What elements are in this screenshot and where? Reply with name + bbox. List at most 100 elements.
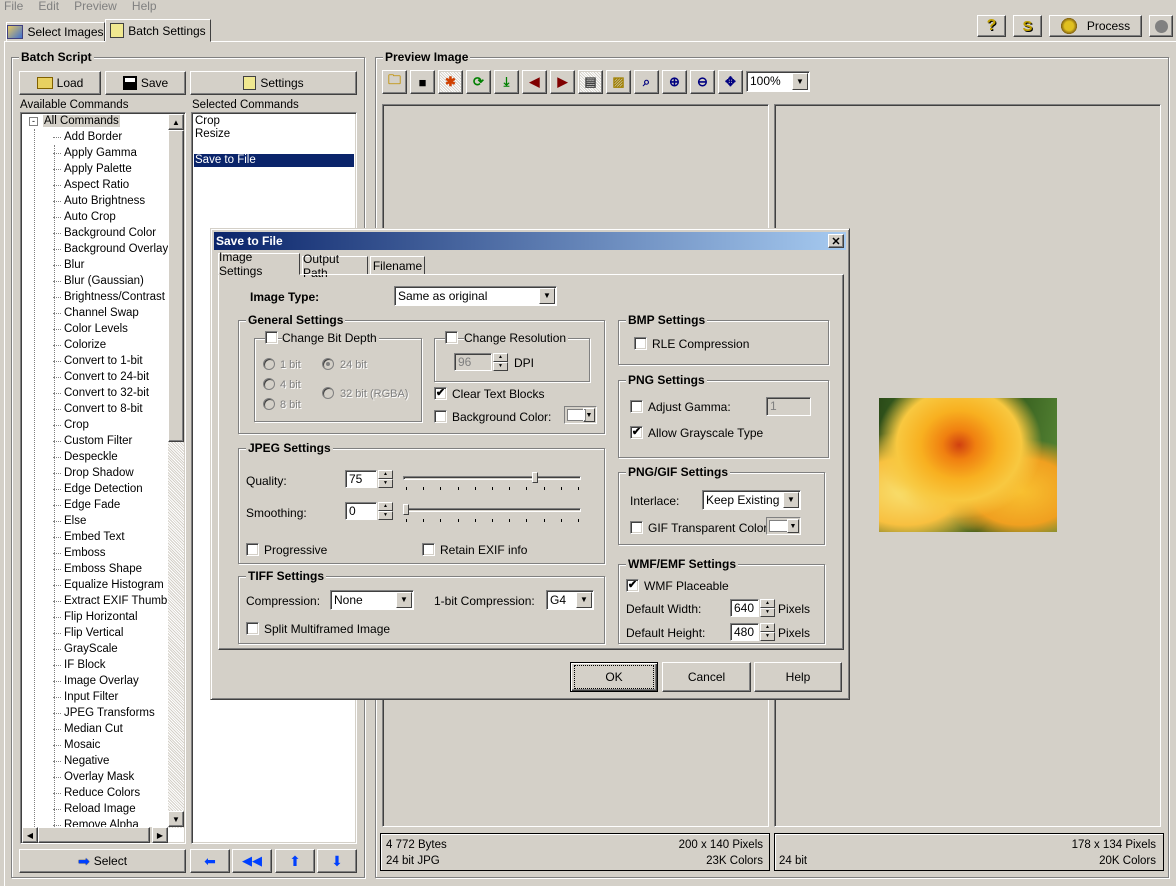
- scroll-right-button[interactable]: ▶: [152, 827, 168, 843]
- zoom-out-button[interactable]: ⊖: [690, 70, 715, 94]
- scroll-up-button[interactable]: ▲: [168, 114, 184, 130]
- load-button[interactable]: Load: [19, 71, 101, 95]
- command-item[interactable]: Channel Swap: [21, 305, 185, 321]
- command-item[interactable]: Flip Vertical: [21, 625, 185, 641]
- command-item[interactable]: Convert to 32-bit: [21, 385, 185, 401]
- quality-slider-thumb[interactable]: [532, 472, 538, 483]
- save-button[interactable]: Save: [105, 71, 186, 95]
- move-up-button[interactable]: ⬆: [275, 849, 315, 873]
- command-item[interactable]: Blur: [21, 257, 185, 273]
- command-item[interactable]: Mosaic: [21, 737, 185, 753]
- command-item[interactable]: Reload Image: [21, 801, 185, 817]
- image-button[interactable]: ▨: [606, 70, 631, 94]
- menu-preview[interactable]: Preview: [74, 0, 117, 13]
- scroll-thumb[interactable]: [168, 130, 184, 442]
- menu-file[interactable]: File: [4, 0, 23, 13]
- settings-button[interactable]: Settings: [190, 71, 357, 95]
- prev-arrow-button[interactable]: ◀: [522, 70, 547, 94]
- move-down-button[interactable]: ⬇: [317, 849, 357, 873]
- command-item[interactable]: Colorize: [21, 337, 185, 353]
- chevron-down-icon[interactable]: ▼: [583, 408, 595, 422]
- command-item[interactable]: Apply Palette: [21, 161, 185, 177]
- dialog-titlebar[interactable]: Save to File ✕: [214, 232, 846, 250]
- command-item[interactable]: Overlay Mask: [21, 769, 185, 785]
- open-folder-button[interactable]: 🗀: [382, 70, 407, 94]
- command-item[interactable]: Custom Filter: [21, 433, 185, 449]
- save-disk-button[interactable]: ■: [410, 70, 435, 94]
- command-item[interactable]: Apply Gamma: [21, 145, 185, 161]
- radio-24-bit[interactable]: [322, 358, 334, 370]
- allow-grayscale-checkbox[interactable]: ✔: [630, 426, 643, 439]
- fit-window-button[interactable]: ✥: [718, 70, 743, 94]
- scroll-left-button[interactable]: ◀: [22, 827, 38, 843]
- command-item[interactable]: Despeckle: [21, 449, 185, 465]
- command-item[interactable]: Negative: [21, 753, 185, 769]
- command-item[interactable]: Brightness/Contrast: [21, 289, 185, 305]
- command-item[interactable]: Background Color: [21, 225, 185, 241]
- command-item[interactable]: Drop Shadow: [21, 465, 185, 481]
- menu-help[interactable]: Help: [132, 0, 157, 13]
- quality-input[interactable]: 75: [345, 470, 377, 488]
- command-item[interactable]: Crop: [21, 417, 185, 433]
- next-arrow-button[interactable]: ▶: [550, 70, 575, 94]
- command-item[interactable]: Reduce Colors: [21, 785, 185, 801]
- chevron-down-icon[interactable]: ▼: [396, 592, 412, 608]
- command-item[interactable]: Else: [21, 513, 185, 529]
- select-button[interactable]: ➡ Select: [19, 849, 186, 873]
- radio-4-bit[interactable]: [263, 378, 275, 390]
- command-item[interactable]: Extract EXIF Thumb: [21, 593, 185, 609]
- command-item[interactable]: Aspect Ratio: [21, 177, 185, 193]
- retain-exif-checkbox[interactable]: [422, 543, 435, 556]
- help-dialog-button[interactable]: Help: [754, 662, 842, 692]
- interlace-combo[interactable]: Keep Existing ▼: [702, 490, 801, 510]
- clear-text-blocks-checkbox[interactable]: ✔: [434, 387, 447, 400]
- adjust-gamma-checkbox[interactable]: [630, 400, 643, 413]
- new-refresh-button[interactable]: ✱: [438, 70, 463, 94]
- dialog-tab-output-path[interactable]: Output Path: [302, 252, 368, 280]
- change-resolution-checkbox[interactable]: [445, 331, 458, 344]
- command-item[interactable]: Auto Crop: [21, 209, 185, 225]
- dpi-input[interactable]: 96: [454, 353, 492, 371]
- chevron-down-icon[interactable]: ▼: [539, 288, 555, 304]
- radio-32-bit[interactable]: [322, 387, 334, 399]
- close-button[interactable]: ✕: [828, 234, 844, 248]
- command-item[interactable]: Blur (Gaussian): [21, 273, 185, 289]
- dialog-tab-filename[interactable]: Filename: [370, 256, 425, 274]
- selected-command-item[interactable]: Crop: [194, 115, 354, 128]
- refresh-button[interactable]: ⟳: [466, 70, 491, 94]
- command-item[interactable]: Input Filter: [21, 689, 185, 705]
- selected-command-item[interactable]: Resize: [194, 128, 354, 141]
- script-button[interactable]: S: [1013, 15, 1042, 37]
- stop-button[interactable]: [1149, 15, 1173, 37]
- command-item[interactable]: Flip Horizontal: [21, 609, 185, 625]
- command-item[interactable]: IF Block: [21, 657, 185, 673]
- selected-command-item[interactable]: [194, 141, 354, 154]
- command-item[interactable]: Embed Text: [21, 529, 185, 545]
- default-width-spinner[interactable]: ▲ ▼: [760, 599, 775, 617]
- dpi-spinner[interactable]: ▲ ▼: [493, 353, 508, 371]
- selected-command-item[interactable]: Save to File: [194, 154, 354, 167]
- command-item[interactable]: Convert to 24-bit: [21, 369, 185, 385]
- command-item[interactable]: Color Levels: [21, 321, 185, 337]
- help-button[interactable]: ?: [977, 15, 1006, 37]
- gamma-input[interactable]: 1: [766, 397, 811, 416]
- radio-8-bit[interactable]: [263, 398, 275, 410]
- scanner-button[interactable]: ▤: [578, 70, 603, 94]
- default-width-input[interactable]: 640: [730, 599, 759, 617]
- available-commands-tree[interactable]: - All Commands Add Border Apply Gamma Appl…: [20, 112, 186, 844]
- default-height-input[interactable]: 480: [730, 623, 759, 641]
- process-button[interactable]: Process: [1049, 15, 1142, 37]
- command-item[interactable]: Median Cut: [21, 721, 185, 737]
- chevron-down-icon[interactable]: ▼: [787, 519, 799, 533]
- chevron-down-icon[interactable]: ▼: [792, 73, 808, 90]
- background-color-picker[interactable]: ▼: [564, 406, 597, 424]
- dialog-tab-image-settings[interactable]: Image Settings: [218, 250, 300, 278]
- change-bit-depth-checkbox[interactable]: [265, 331, 278, 344]
- transparent-color-picker[interactable]: ▼: [766, 517, 801, 535]
- command-item[interactable]: Auto Brightness: [21, 193, 185, 209]
- smoothing-input[interactable]: 0: [345, 502, 377, 520]
- find-zoom-button[interactable]: ⌕: [634, 70, 659, 94]
- cancel-button[interactable]: Cancel: [662, 662, 751, 692]
- chevron-down-icon[interactable]: ▼: [783, 492, 799, 508]
- image-type-combo[interactable]: Same as original ▼: [394, 286, 557, 306]
